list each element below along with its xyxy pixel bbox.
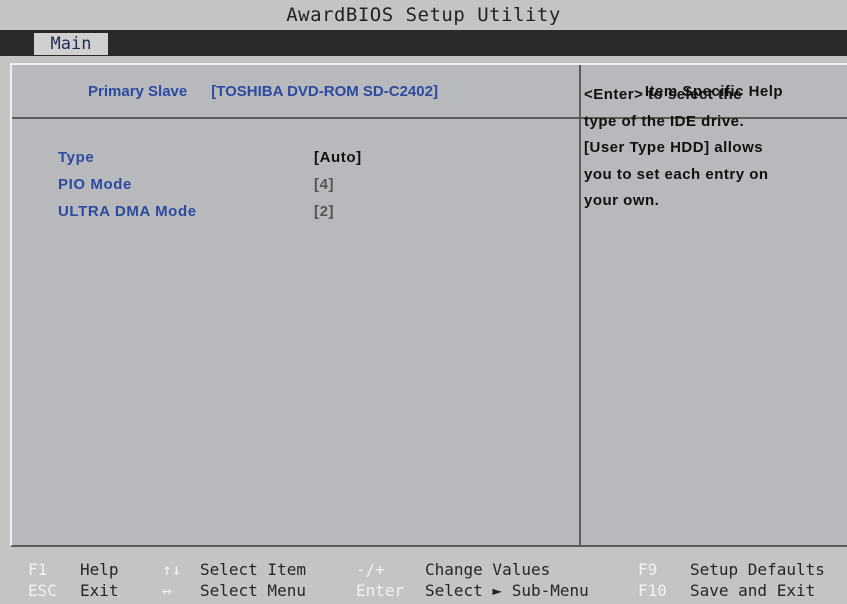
key-up-down-desc: Select Item [200, 560, 306, 579]
help-line: type of the IDE drive. [584, 112, 745, 130]
key-up-down: ↑↓ [162, 560, 182, 579]
field-pio-mode: PIO Mode [4] [58, 176, 334, 193]
field-type-value[interactable]: [Auto] [314, 149, 362, 166]
field-pio-mode-label: PIO Mode [58, 176, 132, 193]
help-divider [579, 65, 581, 545]
field-ultra-dma-mode-value: [2] [314, 203, 335, 220]
help-line: <Enter> to select the [584, 86, 743, 103]
key-f9: F9 [638, 560, 658, 579]
item-header: Primary Slave [TOSHIBA DVD-ROM SD-C2402] [12, 65, 579, 117]
field-ultra-dma-mode-label: ULTRA DMA Mode [58, 203, 197, 220]
key-minus-plus: -/+ [356, 560, 385, 579]
field-ultra-dma-mode: ULTRA DMA Mode [2] [58, 203, 334, 220]
key-enter-desc: Select ► Sub-Menu [425, 581, 589, 600]
item-header-value: [TOSHIBA DVD-ROM SD-C2402] [211, 82, 438, 100]
item-header-label: Primary Slave [88, 82, 188, 100]
field-type-label: Type [58, 149, 95, 166]
key-legend: F1 Help ↑↓ Select Item -/+ Change Values… [0, 558, 847, 604]
field-type[interactable]: Type [Auto] [58, 149, 361, 166]
key-f10: F10 [638, 581, 667, 600]
help-line: you to set each entry on [584, 165, 769, 183]
key-enter: Enter [356, 581, 405, 600]
key-f1: F1 [28, 560, 48, 579]
key-left-right-desc: Select Menu [200, 581, 306, 600]
key-minus-plus-desc: Change Values [425, 560, 551, 579]
help-line: [User Type HDD] allows [584, 139, 764, 156]
key-f10-desc: Save and Exit [690, 581, 816, 600]
menu-bar: Main [0, 30, 847, 56]
key-esc-desc: Exit [80, 581, 119, 600]
key-f9-desc: Setup Defaults [690, 560, 825, 579]
help-text: <Enter> to select the type of the IDE dr… [584, 82, 834, 215]
tab-main[interactable]: Main [34, 33, 108, 55]
field-pio-mode-value: [4] [314, 176, 335, 193]
key-f1-desc: Help [80, 560, 119, 579]
help-line: your own. [584, 192, 660, 209]
window-title: AwardBIOS Setup Utility [0, 0, 847, 30]
key-left-right: ↔ [162, 581, 172, 600]
key-esc: ESC [28, 581, 57, 600]
